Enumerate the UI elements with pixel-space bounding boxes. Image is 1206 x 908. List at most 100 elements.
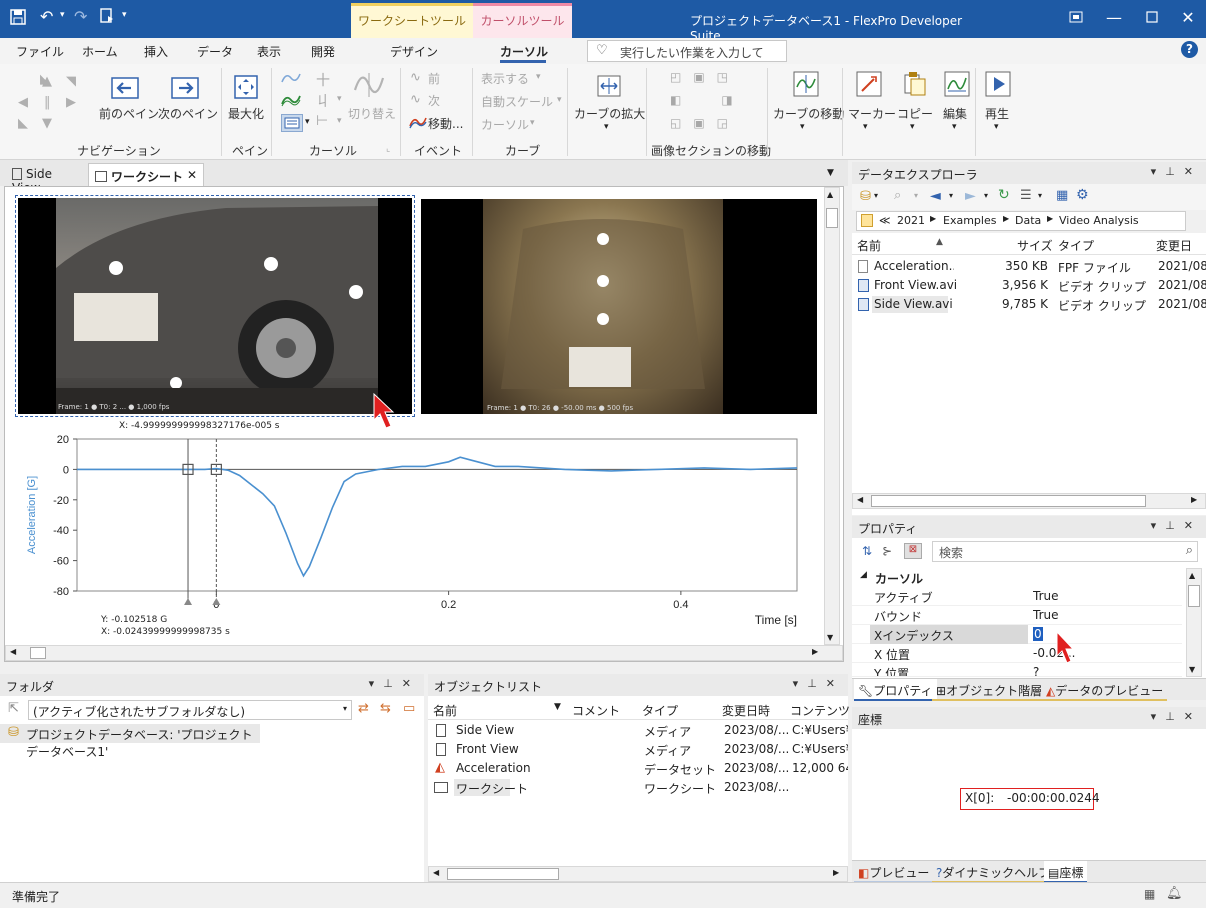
copy-icon[interactable]	[902, 71, 928, 97]
view-mode-icon[interactable]: ☰	[1020, 188, 1032, 203]
cursor-bound-dropdown-icon[interactable]: ▾	[337, 94, 342, 104]
forward-icon[interactable]: ►	[965, 188, 976, 204]
tab-worksheet[interactable]: ワークシート ✕	[88, 163, 204, 186]
tab-object-hierarchy[interactable]: ⊞オブジェクト階層	[932, 679, 1047, 701]
breadcrumb-2021[interactable]: 2021	[897, 214, 925, 227]
tab-preview[interactable]: ◧プレビュー	[854, 861, 934, 883]
settings-gear-icon[interactable]: ⚙	[1076, 187, 1089, 203]
maximize-button[interactable]: 最大化	[228, 105, 264, 122]
group-cursor-launcher-icon[interactable]: ⌞	[386, 144, 390, 154]
marker-button[interactable]: マーカー	[848, 105, 896, 122]
property-row[interactable]: Y 位置 ?	[852, 663, 1182, 677]
cursor-mode-icon[interactable]: ⊢	[316, 113, 328, 129]
quick-access-icon[interactable]	[99, 8, 115, 24]
category-icon[interactable]: ⊱	[882, 544, 892, 558]
vscroll-thumb[interactable]	[826, 208, 838, 228]
col-type[interactable]: タイプ	[642, 702, 678, 719]
close-tab-icon[interactable]: ✕	[187, 168, 197, 182]
event-prev-icon[interactable]: ∿	[410, 70, 421, 85]
property-row[interactable]: バウンド True	[852, 606, 1182, 625]
db-dropdown-icon[interactable]: ▾	[874, 191, 878, 200]
hscroll-thumb[interactable]	[447, 868, 559, 880]
event-next-icon[interactable]: ∿	[410, 92, 421, 107]
panel-controls-icon[interactable]: ▾⊥✕	[369, 677, 420, 690]
scroll-left-icon[interactable]: ◀	[857, 495, 863, 504]
cursor-section-header[interactable]: ◢ カーソル	[852, 568, 1188, 587]
nav-left-icon[interactable]: ◀	[18, 95, 28, 110]
view-dropdown-icon[interactable]: ▾	[1038, 191, 1042, 200]
worksheet-vscroll[interactable]: ▲ ▼	[824, 187, 840, 645]
breadcrumb-examples[interactable]: Examples	[943, 214, 996, 227]
nav-right-icon[interactable]: ▶	[66, 95, 76, 110]
subfolder-dropdown[interactable]: (アクティブ化されたサブフォルダなし) ▾	[28, 700, 352, 720]
hscroll-thumb[interactable]	[30, 647, 46, 659]
autoscale-button[interactable]: 自動スケール	[481, 93, 553, 110]
zoom-curve-button[interactable]: カーブの拡大	[574, 105, 645, 122]
col-name[interactable]: 名前	[857, 237, 881, 254]
search-icon[interactable]: ⌕	[1186, 543, 1193, 558]
file-row[interactable]: Side View.avi 9,785 KB ビデオ クリップ 2021/08/	[852, 295, 1206, 314]
zoom-curve-dropdown-icon[interactable]: ▾	[604, 122, 609, 132]
prev-pane-icon[interactable]	[111, 77, 139, 99]
file-row[interactable]: Front View.avi 3,956 KB ビデオ クリップ 2021/08…	[852, 276, 1206, 295]
tab-coordinates[interactable]: ▤座標	[1044, 861, 1088, 883]
panel-controls-icon[interactable]: ▾⊥✕	[793, 677, 844, 690]
nav-up-arrow-icon[interactable]: ▲	[42, 74, 52, 89]
panel-controls-icon[interactable]: ▾⊥✕	[1151, 519, 1202, 532]
properties-search-input[interactable]: 検索 ⌕	[932, 541, 1198, 562]
undo-dropdown-icon[interactable]: ▾	[60, 10, 65, 20]
cursor-type-3-icon[interactable]	[281, 114, 303, 132]
property-row[interactable]: Xインデックス 0	[852, 625, 1182, 644]
object-list-hscroll[interactable]: ◀ ▶	[428, 866, 848, 882]
menu-home[interactable]: ホーム	[82, 43, 118, 60]
cursor-dd-arrow-icon[interactable]: ▾	[530, 118, 535, 128]
plot-area[interactable]	[76, 438, 798, 592]
front-view-video[interactable]: Frame: 1 ● T0: 26 ● -50.00 ms ● 500 fps	[421, 199, 817, 414]
col-modified[interactable]: 変更日時	[722, 702, 770, 719]
cursor-bound-icon[interactable]: 丩	[316, 91, 330, 111]
help-icon[interactable]: ?	[1181, 41, 1198, 58]
ribbon-display-icon[interactable]	[1058, 0, 1094, 34]
nav-pause-icon[interactable]: ‖	[44, 95, 51, 110]
property-row[interactable]: アクティブ True	[852, 587, 1182, 606]
nav-down-left-icon[interactable]: ◣	[18, 116, 28, 131]
breadcrumb-data[interactable]: Data	[1015, 214, 1041, 227]
move-curve-icon[interactable]	[793, 71, 819, 97]
marker-icon[interactable]	[856, 71, 882, 97]
scroll-up-icon[interactable]: ▲	[1189, 571, 1195, 580]
autoscale-dropdown-icon[interactable]: ▾	[557, 95, 562, 105]
file-list-hscroll[interactable]: ◀ ▶	[852, 493, 1206, 509]
event-next-button[interactable]: 次	[428, 92, 440, 109]
search-dropdown-icon[interactable]: ▾	[914, 191, 918, 200]
play-button[interactable]: 再生	[985, 105, 1009, 122]
menu-data[interactable]: データ	[197, 43, 233, 60]
menu-view[interactable]: 表示	[257, 43, 281, 60]
collapse-icon[interactable]: ◢	[860, 570, 867, 580]
object-row[interactable]: ◭ Acceleration データセット 2023/08/... 12,000…	[428, 759, 848, 778]
event-move-button[interactable]: 移動...	[428, 115, 463, 132]
col-comment[interactable]: コメント	[572, 702, 620, 719]
play-dropdown-icon[interactable]: ▾	[994, 122, 999, 132]
folder-sync-icon[interactable]: ⇄	[358, 701, 369, 716]
next-pane-icon[interactable]	[171, 77, 199, 99]
event-prev-button[interactable]: 前	[428, 70, 440, 87]
property-value-input[interactable]: 0	[1033, 627, 1043, 641]
show-dropdown-icon[interactable]: ▾	[536, 72, 541, 82]
tab-properties[interactable]: 🔧︎プロパティ	[854, 679, 937, 701]
back-icon[interactable]: ◄	[930, 188, 941, 204]
forward-dropdown-icon[interactable]: ▾	[984, 191, 988, 200]
cursor-type-2-icon[interactable]	[281, 92, 301, 108]
col-date[interactable]: 変更日	[1156, 237, 1192, 254]
image-move-row3-icon[interactable]: ◱▣◲	[670, 116, 740, 130]
panel-controls-icon[interactable]: ▾⊥✕	[1151, 165, 1202, 178]
scroll-down-icon[interactable]: ▼	[827, 633, 833, 642]
tab-list-dropdown-icon[interactable]: ▼	[827, 168, 834, 178]
breadcrumb-back[interactable]: ≪	[879, 214, 891, 227]
side-view-video[interactable]: Frame: 1 ● T0: 2 ... ● 1,000 fps	[18, 198, 412, 414]
properties-vscroll[interactable]: ▲ ▼	[1186, 568, 1202, 677]
nav-up-right-icon[interactable]: ◥	[66, 74, 76, 89]
scroll-right-icon[interactable]: ▶	[1191, 495, 1197, 504]
menu-file[interactable]: ファイル	[16, 43, 64, 60]
col-type[interactable]: タイプ	[1058, 237, 1094, 254]
copy-button[interactable]: コピー	[897, 105, 933, 122]
